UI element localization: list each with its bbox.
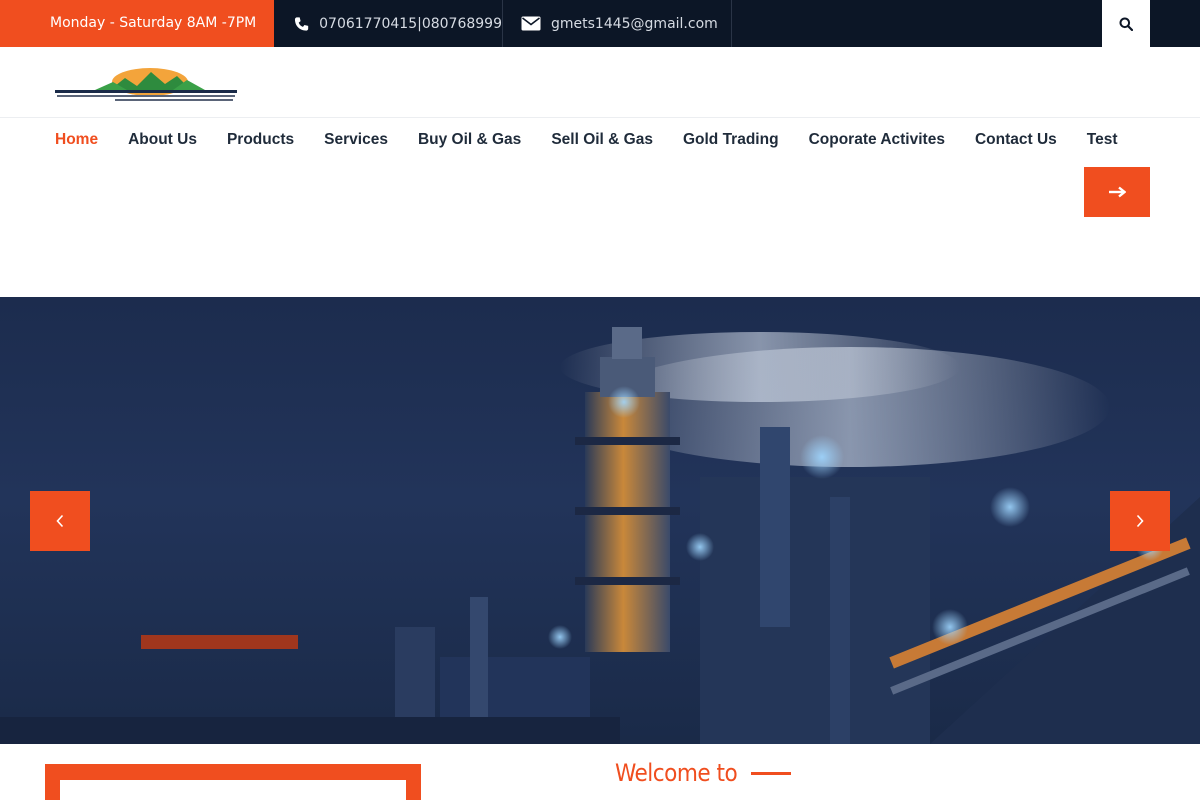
refinery-image xyxy=(0,327,1200,744)
nav-about-us[interactable]: About Us xyxy=(128,131,197,149)
business-hours: Monday - Saturday 8AM -7PM xyxy=(0,0,274,47)
intro-panel xyxy=(45,764,421,800)
search-icon xyxy=(1119,17,1133,31)
search-button[interactable] xyxy=(1102,0,1150,47)
nav-gold-trading[interactable]: Gold Trading xyxy=(683,131,779,149)
nav-test[interactable]: Test xyxy=(1087,131,1118,149)
header-divider xyxy=(0,117,1200,118)
nav-services[interactable]: Services xyxy=(324,131,388,149)
slider-prev-button[interactable] xyxy=(30,491,90,551)
email-contact[interactable]: gmets1445@gmail.com xyxy=(503,0,732,47)
logo-graphic xyxy=(55,68,237,101)
nav-contact-us[interactable]: Contact Us xyxy=(975,131,1057,149)
welcome-heading: Welcome to xyxy=(615,759,792,787)
main-nav: Home About Us Products Services Buy Oil … xyxy=(55,131,1118,149)
phone-icon xyxy=(294,16,309,31)
chevron-right-icon xyxy=(1136,514,1144,528)
welcome-title: Welcome to xyxy=(615,759,738,787)
nav-buy-oil-gas[interactable]: Buy Oil & Gas xyxy=(418,131,521,149)
hero-slider xyxy=(0,297,1200,744)
welcome-underline xyxy=(751,771,792,775)
slide-progress-bar xyxy=(141,635,298,649)
nav-products[interactable]: Products xyxy=(227,131,294,149)
arrow-right-icon xyxy=(1109,186,1126,198)
envelope-icon xyxy=(521,16,541,31)
slider-next-button[interactable] xyxy=(1110,491,1170,551)
company-logo[interactable] xyxy=(55,66,237,102)
chevron-left-icon xyxy=(56,514,64,528)
top-bar: Monday - Saturday 8AM -7PM 07061770415|0… xyxy=(0,0,1200,47)
email-address: gmets1445@gmail.com xyxy=(551,15,718,32)
phone-number: 07061770415|080768999 xyxy=(319,15,502,32)
nav-sell-oil-gas[interactable]: Sell Oil & Gas xyxy=(551,131,653,149)
phone-contact[interactable]: 07061770415|080768999 xyxy=(274,0,503,47)
nav-corporate-activities[interactable]: Coporate Activites xyxy=(809,131,945,149)
header-cta-button[interactable] xyxy=(1084,167,1150,217)
intro-panel-inner xyxy=(60,780,406,800)
nav-home[interactable]: Home xyxy=(55,131,98,149)
